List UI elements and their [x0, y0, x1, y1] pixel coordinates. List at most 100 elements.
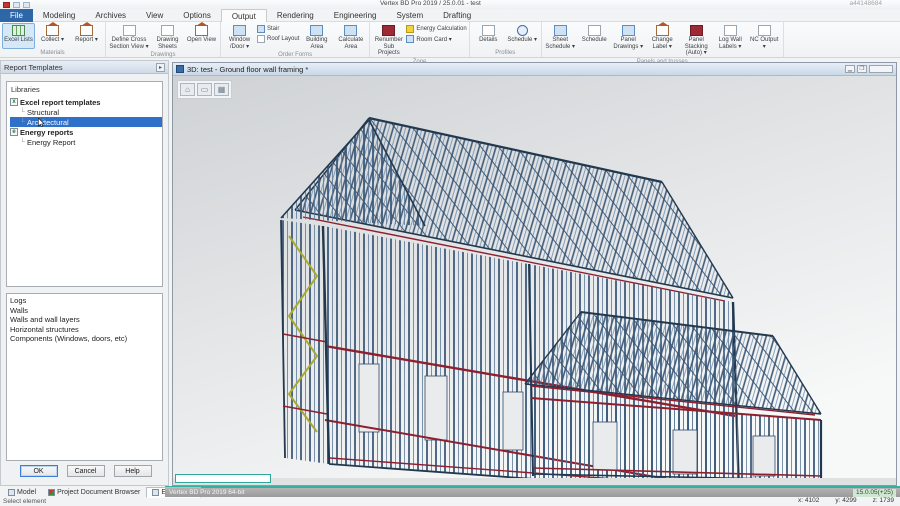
schedule-label: Schedule ▾ [507, 37, 537, 44]
tab-rendering[interactable]: Rendering [267, 9, 324, 22]
ok-button[interactable]: OK [20, 465, 58, 477]
stair-button[interactable]: Stair [257, 25, 299, 33]
sheet-schedule-button[interactable]: Sheet Schedule ▾ [544, 23, 577, 58]
wall-opening [425, 376, 447, 440]
panel-title: Report Templates [4, 63, 63, 72]
panel-close-icon[interactable]: ▸ [156, 63, 165, 72]
change-label-label: Change Label ▾ [647, 37, 678, 50]
template-contents-list: Logs Walls Walls and wall layers Horizon… [6, 293, 163, 461]
panel-stacking-button[interactable]: Panel Stacking (Auto) ▾ [680, 23, 713, 58]
tab-view[interactable]: View [136, 9, 173, 22]
zoom-box[interactable] [869, 65, 893, 73]
log-wall-labels-icon [724, 25, 737, 36]
ribbon-group-zone: Renumber Sub Projects Energy Calculation… [370, 22, 469, 57]
schedule-button[interactable]: Schedule ▾ [506, 23, 539, 49]
details-icon [482, 25, 495, 36]
open-view-icon [195, 25, 208, 36]
schedule2-label: Schedule [582, 37, 607, 44]
room-card-icon [406, 35, 414, 43]
tab-model[interactable]: Model [2, 487, 42, 498]
list-item: Logs [10, 296, 159, 306]
stair-label: Stair [267, 26, 279, 32]
room-card-button[interactable]: Room Card ▾ [406, 35, 466, 43]
schedule2-button[interactable]: Schedule [578, 23, 611, 58]
tab-project-document-browser[interactable]: Project Document Browser [42, 487, 146, 498]
restore-icon[interactable]: ❐ [857, 65, 867, 73]
ribbon-group-order-forms: Window /Door ▾ Stair Roof Layout Buildin… [221, 22, 370, 57]
nc-output-button[interactable]: NC Output ▾ [748, 23, 781, 58]
viewport-title: 3D: test - Ground floor wall framing * [187, 65, 308, 74]
report-templates-panel: Report Templates ▸ Libraries x Excel rep… [0, 60, 169, 486]
undo-icon[interactable] [23, 2, 30, 8]
calculate-area-button[interactable]: Calculate Area [334, 23, 367, 51]
collect-button[interactable]: Collect ▾ [36, 23, 69, 49]
tree-item-energy-report[interactable]: Energy Report [10, 137, 162, 147]
coord-x: x: 4102 [798, 497, 819, 504]
save-icon[interactable] [13, 2, 20, 8]
tab-drafting[interactable]: Drafting [433, 9, 481, 22]
help-button[interactable]: Help [114, 465, 152, 477]
quick-access-toolbar [3, 2, 30, 8]
details-label: Details [479, 37, 497, 44]
wall-opening [593, 422, 617, 470]
folder-icon: x [10, 98, 18, 106]
log-wall-labels-button[interactable]: Log Wall Labels ▾ [714, 23, 747, 58]
ribbon-group-drawings: Define Cross Section View ▾ Drawing Shee… [106, 22, 221, 57]
room-card-label: Room Card ▾ [416, 36, 451, 43]
excel-lists-button[interactable]: Excel Lists [2, 23, 35, 49]
tab-system[interactable]: System [386, 9, 433, 22]
window-door-button[interactable]: Window /Door ▾ [223, 23, 256, 51]
tab-file[interactable]: File [0, 9, 33, 22]
renumber-sub-projects-button[interactable]: Renumber Sub Projects [372, 23, 405, 58]
schedule2-icon [588, 25, 601, 36]
pan-view-icon[interactable]: ▭ [197, 83, 212, 96]
energy-calculation-button[interactable]: Energy Calculation [406, 25, 466, 33]
viewport-footer-field[interactable] [175, 474, 271, 483]
excel-lists-icon [12, 25, 25, 36]
ribbon-group-panels-trusses: Sheet Schedule ▾ Schedule Panel Drawings… [542, 22, 784, 57]
drawing-sheets-button[interactable]: Drawing Sheets [151, 23, 184, 51]
define-cross-section-view-button[interactable]: Define Cross Section View ▾ [108, 23, 150, 51]
mouse-cursor-icon [38, 118, 45, 127]
tree-item-excel-report-templates[interactable]: x Excel report templates [10, 97, 162, 107]
group-label-materials: Materials [2, 49, 103, 57]
open-view-button[interactable]: Open View [185, 23, 218, 51]
viewport-title-bar[interactable]: 3D: test - Ground floor wall framing * ▁… [173, 63, 896, 76]
report-button[interactable]: Report ▾ [70, 23, 103, 49]
list-item: Horizontal structures [10, 325, 159, 335]
tab-engineering[interactable]: Engineering [324, 9, 387, 22]
coord-y: y: 4299 [835, 497, 856, 504]
details-button[interactable]: Details [472, 23, 505, 49]
tab-options[interactable]: Options [173, 9, 221, 22]
grid-view-icon[interactable]: ▦ [214, 83, 229, 96]
tab-archives[interactable]: Archives [85, 9, 136, 22]
change-label-button[interactable]: Change Label ▾ [646, 23, 679, 58]
dialog-buttons: OK Cancel Help [1, 465, 170, 477]
drawing-sheets-icon [161, 25, 174, 36]
panel-header: Report Templates ▸ [1, 61, 168, 74]
roof-layout-label: Roof Layout [267, 36, 299, 42]
model-viewport-window: 3D: test - Ground floor wall framing * ▁… [172, 62, 897, 486]
roof-layout-button[interactable]: Roof Layout [257, 35, 299, 43]
panel-drawings-button[interactable]: Panel Drawings ▾ [612, 23, 645, 58]
window-door-icon [233, 25, 246, 36]
tree-item-energy-reports[interactable]: e Energy reports [10, 127, 162, 137]
minimize-icon[interactable]: ▁ [845, 65, 855, 73]
status-bar: Vertex BD Pro 2019 64-bit 15.0.05(+25) [165, 488, 900, 497]
tree-item-architectural[interactable]: Architectural [10, 117, 162, 127]
prompt-text: Select element [3, 498, 46, 505]
change-label-icon [656, 25, 669, 36]
3d-model-canvas[interactable] [173, 76, 896, 478]
building-area-button[interactable]: Building Area [300, 23, 333, 51]
folder-icon: e [10, 128, 18, 136]
excel-lists-tab-icon [152, 489, 159, 496]
title-bar: Vertex BD Pro 2019 / 25.0.01 - test a441… [0, 0, 900, 9]
coordinate-readout: x: 4102 y: 4299 z: 1739 [798, 497, 894, 504]
cancel-button[interactable]: Cancel [67, 465, 105, 477]
list-item: Walls and wall layers [10, 315, 159, 325]
tab-output[interactable]: Output [221, 9, 267, 22]
tab-modeling[interactable]: Modeling [33, 9, 85, 22]
tree-item-structural[interactable]: Structural [10, 107, 162, 117]
home-view-icon[interactable]: ⌂ [180, 83, 195, 96]
roof-layout-icon [257, 35, 265, 43]
